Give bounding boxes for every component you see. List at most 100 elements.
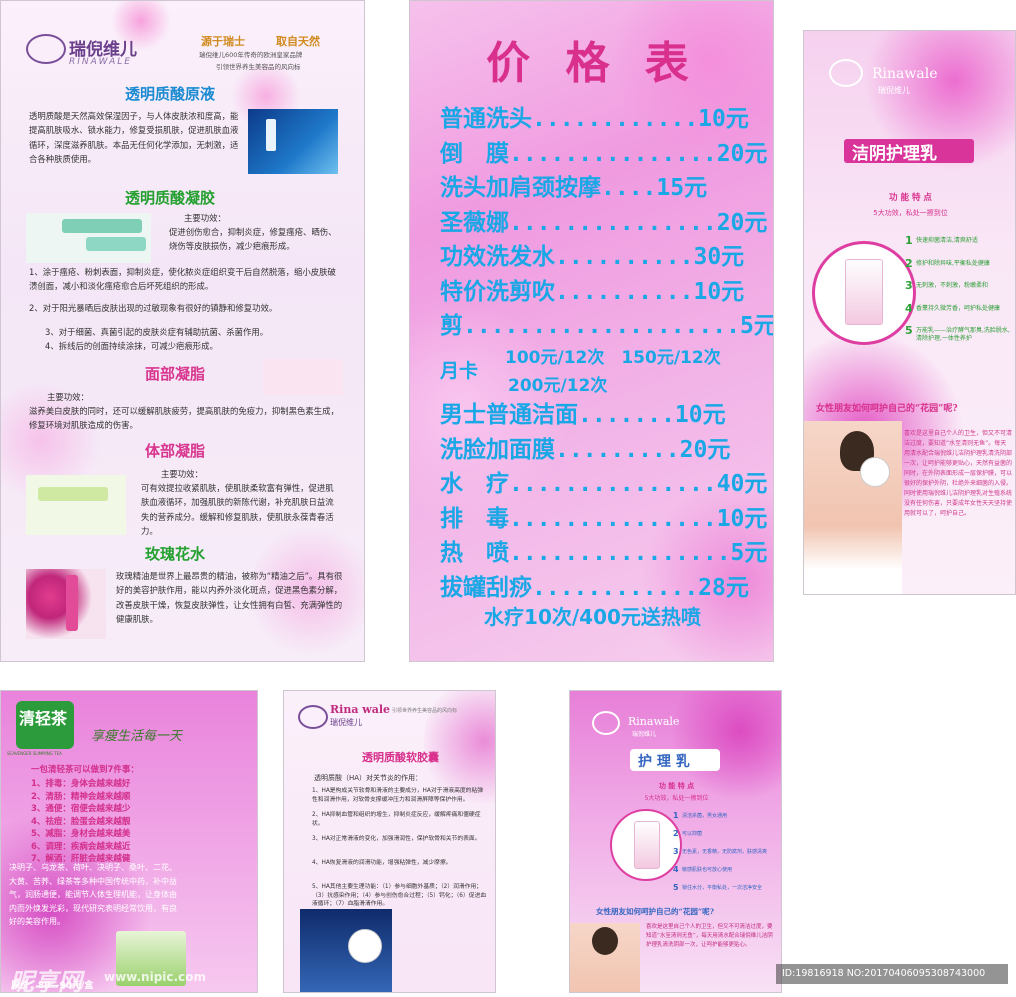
section-body: 3、对于细菌、真菌引起的皮肤炎症有辅助抗菌、杀菌作用。 — [45, 327, 269, 337]
tea-body: 决明子、乌龙茶、荷叶、决明子、桑叶、二花、大黄、苦荞、绿茶等多种中国传统中药，补… — [9, 863, 177, 926]
feature-title: 功 能 特 点 — [889, 193, 932, 203]
lotion-bottle-icon — [845, 259, 883, 325]
section-title-hyaluronic-gel: 透明质酸凝胶 — [125, 189, 216, 207]
section-body: 滋养美白皮肤的同时，还可以缓解肌肤疲劳，提高肌肤的免疫力，抑制黑色素生成，修复环… — [29, 406, 339, 431]
tea-benefit-item: 2、清肠：精神会越来越顺 — [31, 791, 131, 802]
tea-brand-name: 清轻茶 — [19, 709, 68, 728]
brand-crest-icon — [26, 34, 66, 64]
price-row: 特价洗剪吹..........10元 — [440, 278, 745, 305]
section-title-rose-water: 玫瑰花水 — [145, 545, 206, 563]
model-hair — [592, 927, 618, 955]
face-mask — [348, 929, 382, 963]
tea-benefit-item: 3、通便：宿便会越来越少 — [31, 804, 131, 814]
feature-number-icon: 3 — [905, 279, 913, 292]
monthly-card-label: 月卡 — [440, 360, 479, 382]
price-list-poster: 价 格 表 普通洗头............10元倒 膜............… — [409, 0, 774, 662]
feature-number-icon: 4 — [905, 301, 913, 315]
feature-number-icon: 2 — [673, 829, 679, 838]
brand-name-en: RINAWALE — [69, 57, 132, 67]
brand-name-en: Rinawale — [628, 715, 680, 728]
section-body: 玫瑰精油是世界上最昂贵的精油，被称为“精油之后”。具有很好的美容护肤作用，能以内… — [116, 571, 343, 624]
section-intro: 主要功效： — [184, 213, 226, 223]
price-row: 圣薇娜...............20元 — [440, 209, 768, 236]
price-row: 功效洗发水..........30元 — [440, 244, 745, 270]
section-body: 促进创伤愈合，抑制炎症，修复瘙疮、晒伤、烧伤等皮肤损伤，减少疤痕形成。 — [169, 227, 337, 252]
feature-item: 敏感肌肤也可放心使用 — [682, 867, 733, 873]
price-list-title: 价 格 表 — [486, 38, 699, 89]
tagline: 引领世界养生美容品的风向标 — [216, 63, 301, 71]
section-title-face-cream: 面部凝脂 — [145, 365, 206, 383]
flyer-hyaluronic-products: 瑞倪维儿 RINAWALE 源于瑞士 取自天然 瑞倪维儿600年传奇的欧洲皇家品… — [0, 0, 365, 662]
body-text: 喜欢是这里自己个人的卫生，但又不可清洁过度，要知道“水至清则无鱼”。每天用清水配… — [904, 430, 1013, 517]
section-body: 透明质酸是天然高效保湿因子，与人体皮肤浓和度高，能提高肌肤吸水、锁水能力，修复受… — [29, 111, 239, 164]
feature-item: 锁住水分，平衡私处，一次洁净安全 — [682, 885, 763, 891]
feature-item: 修护和除异味,平衡私处健康 — [916, 259, 990, 267]
section-title-hyaluronic-serum: 透明质酸原液 — [125, 85, 216, 103]
feature-item: 无色素，无香精，无防腐剂，肤感清爽 — [682, 849, 768, 855]
section-intro: 主要功效： — [161, 469, 203, 479]
gel-tube-icon — [86, 237, 146, 251]
price-row: 普通洗头............10元 — [440, 106, 749, 132]
gel-tube-icon — [62, 219, 142, 233]
watermark-url: www.nipic.com — [104, 970, 206, 984]
price-row: 倒 膜...............20元 — [440, 140, 768, 167]
feature-item: 可以抑菌 — [682, 831, 703, 837]
feature-subtitle: 5大功效，私处一擦到位 — [644, 795, 709, 802]
tea-benefit-item: 1、排毒：身体会越来越好 — [31, 779, 131, 789]
model-photo — [804, 421, 902, 594]
product-title: 洁阴护理乳 — [852, 144, 937, 164]
product-title: 透明质酸软胶囊 — [362, 751, 439, 764]
feature-number-icon: 4 — [673, 865, 679, 874]
feature-item: 无刺激，不刺激，粉嫩柔和 — [916, 282, 989, 289]
tea-brand-name-en: SCAVENGER SLIMMING TEA — [7, 751, 62, 756]
brand-name: 瑞倪维儿 — [878, 86, 910, 95]
section-title-body-cream: 体部凝脂 — [145, 442, 206, 460]
feature-item: 香薰持久微芳香，呵护私处健康 — [916, 304, 1001, 312]
tea-benefit-item: 4、祛痘：脸蛋会越来越靓 — [31, 816, 131, 827]
price-row: 男士普通洁面.......10元 — [440, 402, 726, 428]
effect-item: 5、HA其他主要生理功能：（1）参与细胞外基质；（2）润滑作用；（3）抗感染作用… — [312, 884, 487, 907]
price-row: 排 毒...............10元 — [440, 505, 768, 532]
product-image-lotion — [610, 809, 682, 881]
effect-item: 1、HA是构成关节软骨和滑液的主要成分，HA对于滑液高度的粘弹性和润滑作用，对软… — [312, 788, 484, 803]
section-body: 2、对于阳光暴晒后皮肤出现的过敏现象有很好的镇静和修复功效。 — [29, 303, 278, 313]
brand-crest-icon — [829, 59, 863, 87]
feature-number-icon: 5 — [905, 324, 913, 337]
section-body: 可有效提拉收紧肌肤，使肌肤柔软富有弹性，促进肌肤血液循环，加强肌肤的新陈代谢，补… — [141, 483, 334, 536]
feature-number-icon: 2 — [905, 256, 913, 270]
section-intro: 主要功效： — [47, 392, 89, 402]
product-image-body-cream — [26, 475, 126, 535]
brand-name: 瑞倪维儿 — [330, 718, 362, 727]
feature-number-icon: 1 — [905, 234, 913, 247]
price-row: 拔罐刮痧............28元 — [440, 574, 749, 601]
product-image-serum — [248, 109, 338, 174]
product-image-lotion — [812, 241, 916, 345]
feature-subtitle: 5大功效，私处一擦到位 — [873, 209, 948, 217]
feature-number-icon: 1 — [673, 811, 679, 820]
product-title: 护 理 乳 — [638, 754, 690, 770]
feature-item: 清洁杀菌，男女通用 — [682, 813, 728, 819]
question-heading: 女性朋友如何呵护自己的“花园”呢? — [816, 404, 958, 414]
product-image-rose-water — [26, 569, 106, 639]
flyer-intimate-care-lotion: Rinawale 瑞倪维儿 洁阴护理乳 功 能 特 点 5大功效，私处一擦到位 … — [803, 30, 1016, 595]
brand-name-en: Rina wale — [330, 703, 391, 716]
brand-name: 瑞倪维儿 — [632, 731, 657, 738]
question-heading: 女性朋友如何呵护自己的“花园”呢? — [596, 907, 715, 916]
tea-slogan: 享瘦生活每一天 — [91, 729, 183, 744]
face-mask — [860, 457, 890, 487]
lotion-bottle-icon — [634, 821, 660, 869]
price-row: 热 喷................5元 — [440, 540, 768, 566]
slogan-right: 取自天然 — [276, 35, 320, 48]
promotion-footer: 水疗10次/400元送热喷 — [484, 605, 701, 629]
tea-intro: 一包清轻茶可以做到7件事： — [31, 765, 139, 775]
feature-title: 功 能 特 点 — [658, 782, 695, 790]
product-image-face-cream — [263, 359, 343, 395]
feature-item: 万能乳——治疗酵气那臭,洗脸脱水,清除护理,一体性养护 — [916, 327, 1010, 342]
section-body: 4、拆线后的创面持续涂抹，可减少疤痕形成。 — [45, 341, 218, 351]
body-text: 喜欢是这里自己个人的卫生，但又不可清洁过度，要知道“水至清则无鱼”，每天用清水配… — [646, 924, 773, 948]
serum-bottle-icon — [266, 119, 276, 151]
feature-number-icon: 3 — [673, 847, 679, 856]
tagline: 瑞倪维儿600年传奇的欧洲皇家品牌 — [199, 51, 303, 59]
flyer-slimming-tea: 清轻茶 SCAVENGER SLIMMING TEA 享瘦生活每一天 一包清轻茶… — [0, 690, 258, 993]
model-photo — [570, 923, 640, 992]
